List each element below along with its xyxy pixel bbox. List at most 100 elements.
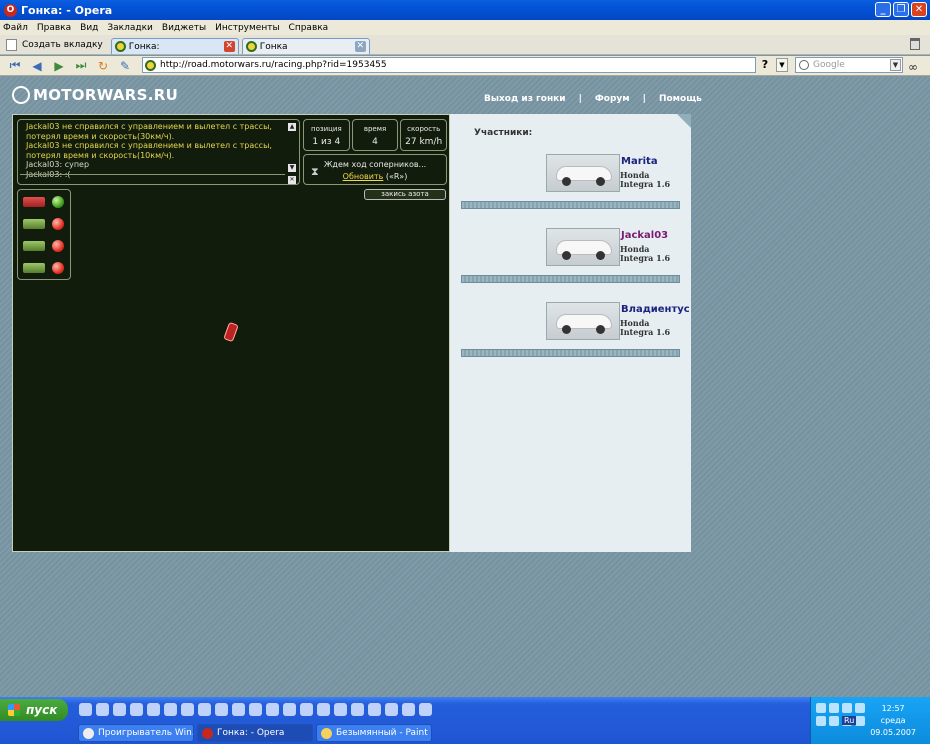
participant-car-model: Honda Integra 1.6	[620, 318, 671, 337]
quick-launch-icon[interactable]	[198, 703, 211, 716]
car-thumbnail[interactable]	[546, 154, 620, 192]
quick-launch-icon[interactable]	[317, 703, 330, 716]
clock[interactable]: 12:57 среда 09.05.2007	[870, 703, 916, 739]
minimize-button[interactable]: _	[875, 2, 891, 17]
quick-launch-icon[interactable]	[147, 703, 160, 716]
menu-widgets[interactable]: Виджеты	[162, 23, 206, 33]
quick-launch-icon[interactable]	[215, 703, 228, 716]
reload-icon[interactable]: ↻	[94, 58, 112, 74]
scroll-up-icon[interactable]: ▲	[288, 123, 296, 131]
menu-view[interactable]: Вид	[80, 23, 98, 33]
car-thumbnail[interactable]	[546, 302, 620, 340]
nitro-control[interactable]	[23, 218, 65, 232]
menu-bookmarks[interactable]: Закладки	[107, 23, 153, 33]
quick-launch-icon[interactable]	[164, 703, 177, 716]
clear-chat-icon[interactable]: ✕	[288, 176, 296, 184]
tray-icon[interactable]	[816, 716, 826, 726]
quick-launch-icon[interactable]	[113, 703, 126, 716]
rewind-icon[interactable]: ⏮	[6, 58, 24, 74]
address-field[interactable]: http://road.motorwars.ru/racing.php?rid=…	[142, 57, 756, 73]
help-link[interactable]: Помощь	[659, 94, 702, 104]
site-logo[interactable]: MOTORWARS.RU	[12, 86, 178, 104]
new-tab-button[interactable]: Создать вкладку	[0, 36, 108, 54]
task-media-player[interactable]: Проигрыватель Win...	[78, 724, 194, 742]
quick-launch-icon[interactable]	[249, 703, 262, 716]
nitro-button[interactable]: закись азота	[364, 189, 446, 200]
wand-icon[interactable]: ✎	[116, 58, 134, 74]
nav-separator: |	[578, 94, 582, 104]
trash-icon[interactable]	[910, 38, 920, 50]
close-button[interactable]: ✕	[911, 2, 927, 17]
menu-help[interactable]: Справка	[289, 23, 329, 33]
help-button[interactable]: ?	[758, 58, 772, 72]
menu-tools[interactable]: Инструменты	[215, 23, 279, 33]
nitro-control[interactable]	[23, 262, 65, 276]
maximize-button[interactable]: ❐	[893, 2, 909, 17]
search-dropdown-icon[interactable]: ▼	[890, 59, 901, 71]
start-button[interactable]: пуск	[0, 699, 68, 721]
quick-launch-icon[interactable]	[351, 703, 364, 716]
quick-launch-icon[interactable]	[368, 703, 381, 716]
tray-icon[interactable]	[829, 716, 839, 726]
exit-race-link[interactable]: Выход из гонки	[484, 94, 566, 104]
scroll-down-icon[interactable]: ▼	[288, 164, 296, 172]
quick-launch-icon[interactable]	[181, 703, 194, 716]
chat-input[interactable]	[20, 174, 285, 182]
task-opera[interactable]: Гонка: - Opera	[197, 724, 313, 742]
tab-race-active[interactable]: Гонка: ✕	[110, 38, 239, 54]
quick-launch-icon[interactable]	[402, 703, 415, 716]
horn-control[interactable]	[23, 196, 65, 210]
participant-name[interactable]: Jackal03	[621, 230, 668, 241]
favicon-icon	[114, 41, 126, 52]
nitro-control[interactable]	[23, 240, 65, 254]
participant-name[interactable]: Marita	[621, 156, 658, 167]
fast-forward-icon[interactable]: ⏭	[72, 58, 90, 74]
quick-launch-icon[interactable]	[419, 703, 432, 716]
tray-icon[interactable]	[842, 703, 852, 713]
quick-launch-icon[interactable]	[266, 703, 279, 716]
quick-launch-icon[interactable]	[385, 703, 398, 716]
status-light-on-icon	[52, 196, 64, 208]
menu-edit[interactable]: Правка	[37, 23, 71, 33]
quick-launch-icon[interactable]	[79, 703, 92, 716]
participant-card: Marita Honda Integra 1.6	[461, 154, 680, 212]
participant-name[interactable]: Владиентус	[621, 304, 690, 315]
tray-icon[interactable]	[855, 716, 865, 726]
windows-logo-icon	[8, 704, 20, 716]
opera-icon: O	[4, 3, 17, 17]
tray-icon[interactable]	[816, 703, 826, 713]
language-indicator[interactable]: Ru	[842, 716, 857, 725]
glasses-icon[interactable]: ∞	[908, 60, 918, 74]
forward-icon[interactable]: ▶	[50, 58, 68, 74]
tray-icon[interactable]	[855, 703, 865, 713]
player-car-icon	[223, 321, 239, 343]
back-icon[interactable]: ◀	[28, 58, 46, 74]
tab-close-icon[interactable]: ✕	[354, 41, 366, 52]
quick-launch-icon[interactable]	[232, 703, 245, 716]
corner-decoration	[677, 114, 691, 128]
quick-launch-icon[interactable]	[96, 703, 109, 716]
chat-message: Jackal03 не справился с управлением и вы…	[26, 141, 272, 160]
race-stats: позиция 1 из 4 время 4 скорость 27 km/h	[303, 119, 448, 151]
address-dropdown-icon[interactable]: ▼	[776, 58, 788, 72]
race-track[interactable]: Jackal03 не справился с управлением и вы…	[12, 114, 450, 552]
window-title: Гонка: - Opera	[21, 3, 113, 17]
search-input[interactable]: Google ▼	[795, 57, 903, 73]
tab-close-icon[interactable]: ✕	[223, 41, 235, 52]
quick-launch-icon[interactable]	[283, 703, 296, 716]
quick-launch-icon[interactable]	[300, 703, 313, 716]
position-stat: позиция 1 из 4	[303, 119, 350, 151]
menu-file[interactable]: Файл	[3, 23, 28, 33]
search-engine-icon	[799, 60, 809, 70]
tab-race[interactable]: Гонка ✕	[241, 38, 370, 54]
forum-link[interactable]: Форум	[595, 94, 630, 104]
quick-launch-icon[interactable]	[130, 703, 143, 716]
media-player-icon	[83, 727, 94, 739]
tray-icon[interactable]	[829, 703, 839, 713]
quick-launch-icon[interactable]	[334, 703, 347, 716]
participant-divider	[461, 275, 680, 283]
car-thumbnail[interactable]	[546, 228, 620, 266]
refresh-link[interactable]: Обновить	[343, 172, 384, 181]
speed-stat: скорость 27 km/h	[400, 119, 448, 151]
task-paint[interactable]: Безымянный - Paint	[316, 724, 432, 742]
